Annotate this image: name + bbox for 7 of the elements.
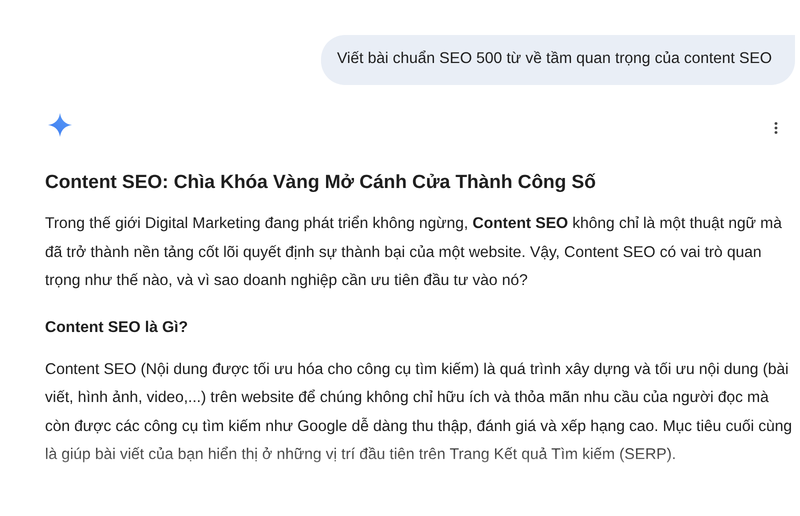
sparkle-icon (48, 113, 72, 137)
response-title: Content SEO: Chìa Khóa Vàng Mở Cánh Cửa Thành Công Số (45, 171, 597, 195)
paragraph: Trong thế giới Digital Marketing đang phát triển không ngừng, Content SEO không chỉ là một thuật ngữ mà đã trở thành nền tảng cốt lõi quyết định sự thành bại của một website. Vậy, Content SEO có vai trò quan trọng như thế nào, và vì sao doanh nghiệp cần ưu tiên đầu tư vào nó? (45, 214, 783, 291)
more-options-icon[interactable] (774, 122, 778, 134)
user-message: Viết bài chuẩn SEO 500 từ về tầm quan trọng của content SEO (321, 35, 795, 85)
section-heading: Content SEO là Gì? (45, 318, 189, 338)
paragraph: Content SEO (Nội dung được tối ưu hóa cho công cụ tìm kiếm) là quá trình xây dựng và tối ưu nội dung (bài viết, hình ảnh, video,...) trên website để chúng không chỉ hữu ích và thỏa mãn nhu cầu của người đọc mà còn được các công cụ tìm kiếm như Google dễ dàng thu thập, đánh giá và xếp hạng cao. Mục tiêu cuối cùng là giúp bài viết của bạn hiển thị ở những vị trí đầu tiên trên Trang Kết quả Tìm kiếm (SERP). (45, 360, 793, 465)
